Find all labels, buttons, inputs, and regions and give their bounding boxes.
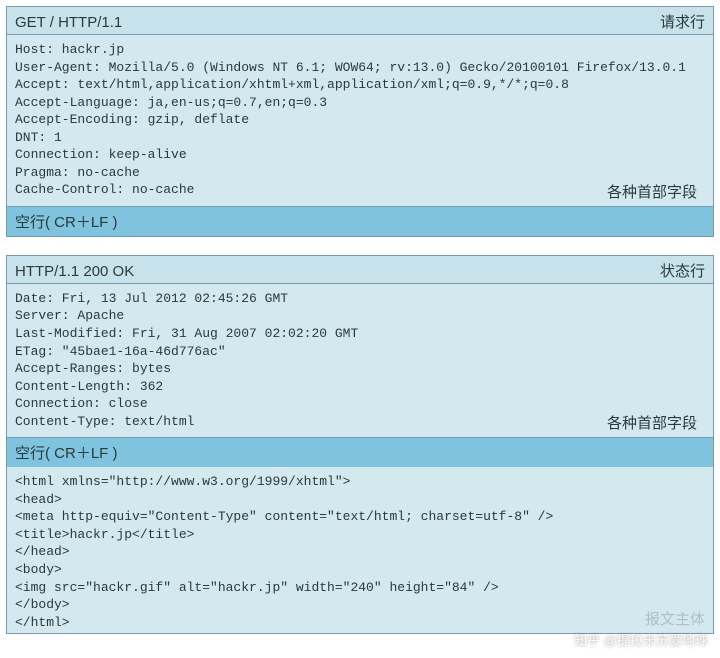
response-body-label: 报文主体 (645, 608, 705, 629)
http-request-panel: GET / HTTP/1.1 请求行 Host: hackr.jp User-A… (6, 6, 714, 237)
response-header-line: Accept-Ranges: bytes (15, 360, 705, 378)
request-headers-block: Host: hackr.jp User-Agent: Mozilla/5.0 (… (7, 35, 713, 206)
response-status-line: HTTP/1.1 200 OK (15, 263, 134, 280)
request-header-line: Pragma: no-cache (15, 164, 705, 182)
response-headers-block: Date: Fri, 13 Jul 2012 02:45:26 GMT Serv… (7, 284, 713, 437)
response-body-line: <title>hackr.jp</title> (15, 526, 705, 544)
request-header-line: Host: hackr.jp (15, 41, 705, 59)
response-header-line: Content-Length: 362 (15, 378, 705, 396)
request-header-line: Accept: text/html,application/xhtml+xml,… (15, 76, 705, 94)
response-body-line: <meta http-equiv="Content-Type" content=… (15, 508, 705, 526)
response-body-line: <head> (15, 491, 705, 509)
response-header-line: ETag: "45bae1-16a-46d776ac" (15, 343, 705, 361)
response-empty-line: 空行( CR＋LF ) (7, 437, 713, 467)
response-header-line: Last-Modified: Fri, 31 Aug 2007 02:02:20… (15, 325, 705, 343)
request-header-line: Accept-Encoding: gzip, deflate (15, 111, 705, 129)
response-header-line: Date: Fri, 13 Jul 2012 02:45:26 GMT (15, 290, 705, 308)
request-start-line-row: GET / HTTP/1.1 请求行 (7, 7, 713, 35)
response-body-line: <body> (15, 561, 705, 579)
request-header-line: DNT: 1 (15, 129, 705, 147)
http-response-panel: HTTP/1.1 200 OK 状态行 Date: Fri, 13 Jul 20… (6, 255, 714, 634)
response-header-line: Server: Apache (15, 307, 705, 325)
request-header-line: User-Agent: Mozilla/5.0 (Windows NT 6.1;… (15, 59, 705, 77)
response-body-line: <img src="hackr.gif" alt="hackr.jp" widt… (15, 579, 705, 597)
response-body-line: <html xmlns="http://www.w3.org/1999/xhtm… (15, 473, 705, 491)
request-start-line: GET / HTTP/1.1 (15, 14, 122, 31)
request-header-line: Accept-Language: ja,en-us;q=0.7,en;q=0.3 (15, 94, 705, 112)
response-header-line: Connection: close (15, 395, 705, 413)
response-body-block: <html xmlns="http://www.w3.org/1999/xhtm… (7, 467, 713, 633)
response-status-line-row: HTTP/1.1 200 OK 状态行 (7, 256, 713, 284)
response-body-line: </body> (15, 596, 705, 614)
response-body-line: </html> (15, 614, 705, 632)
request-start-line-label: 请求行 (660, 11, 705, 32)
request-empty-line: 空行( CR＋LF ) (7, 206, 713, 236)
response-body-line: </head> (15, 543, 705, 561)
response-status-line-label: 状态行 (660, 260, 705, 281)
request-header-line: Connection: keep-alive (15, 146, 705, 164)
